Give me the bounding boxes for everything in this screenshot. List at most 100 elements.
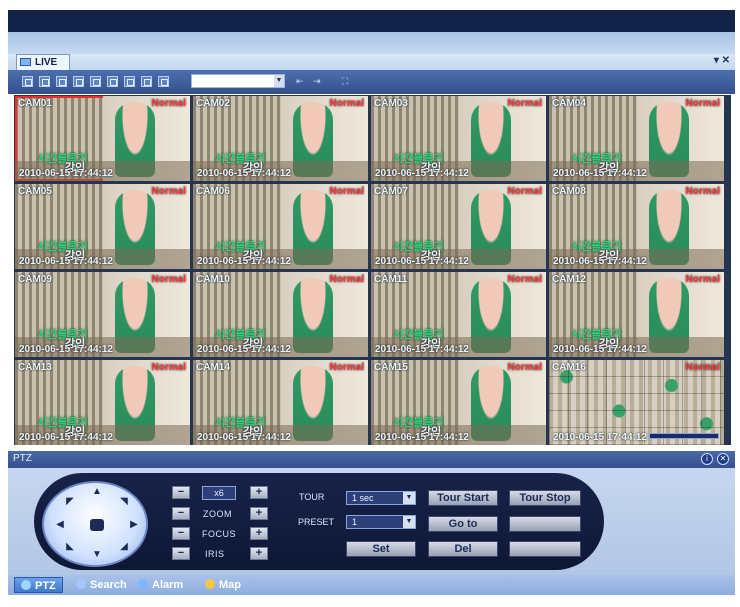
camera-label: CAM05 <box>18 186 52 197</box>
arrow-left-icon[interactable]: ◀ <box>54 519 66 531</box>
camera-label: CAM15 <box>374 362 408 373</box>
bottom-tab-alarm[interactable]: Alarm <box>138 577 183 593</box>
camera-timestamp: 2010-06-15 17:44:12 <box>19 256 113 267</box>
camera-tile[interactable]: CAM09 Normal 시간블록기 강인 2010-06-15 17:44:12 <box>15 272 190 357</box>
layout-10-button[interactable] <box>124 76 135 87</box>
zoom-out-button[interactable]: − <box>172 507 190 520</box>
info-icon[interactable]: i <box>701 453 713 465</box>
camera-label: CAM16 <box>552 362 586 373</box>
camera-label: CAM04 <box>552 98 586 109</box>
ptz-center-button[interactable] <box>90 519 104 531</box>
arrow-up-icon[interactable]: ▲ <box>91 486 103 498</box>
camera-grid: CAM01 Normal 시간블록기 강인 2010-06-15 17:44:12 CAM… <box>14 95 731 445</box>
goto-preset-button[interactable]: Go to <box>428 516 498 532</box>
camera-status: Normal <box>685 186 720 197</box>
camera-timestamp: 2010-06-15 17:44:12 <box>553 432 647 443</box>
group-select[interactable]: ▼ <box>191 74 285 88</box>
chevron-down-icon: ▼ <box>403 492 415 504</box>
camera-timestamp: 2010-06-15 17:44:12 <box>197 432 291 443</box>
camera-label: CAM02 <box>196 98 230 109</box>
bottom-tab-search[interactable]: Search <box>76 577 127 593</box>
overlay-bar <box>649 433 719 439</box>
layout-13-button[interactable] <box>141 76 152 87</box>
speed-increase-button[interactable]: + <box>250 486 268 499</box>
arrow-down-left-icon[interactable]: ◣ <box>64 541 76 553</box>
camera-status: Normal <box>507 274 542 285</box>
speed-decrease-button[interactable]: − <box>172 486 190 499</box>
chevron-down-icon: ▼ <box>403 516 415 528</box>
camera-status: Normal <box>329 186 364 197</box>
tour-interval-select[interactable]: 1 sec ▼ <box>346 491 416 505</box>
arrow-up-right-icon[interactable]: ◥ <box>118 496 130 508</box>
camera-tile[interactable]: CAM10 Normal 시간블록기 강인 2010-06-15 17:44:12 <box>193 272 368 357</box>
window-controls[interactable]: ▾ ✕ <box>714 55 730 66</box>
camera-timestamp: 2010-06-15 17:44:12 <box>375 344 469 355</box>
blank-button-2[interactable] <box>509 541 581 557</box>
blank-button-1[interactable] <box>509 516 581 532</box>
camera-tile[interactable]: CAM07 Normal 시간블록기 강인 2010-06-15 17:44:12 <box>371 184 546 269</box>
zoom-in-button[interactable]: + <box>250 507 268 520</box>
preset-select[interactable]: 1 ▼ <box>346 515 416 529</box>
focus-far-button[interactable]: + <box>250 527 268 540</box>
camera-tile[interactable]: CAM03 Normal 시간블록기 강인 2010-06-15 17:44:12 <box>371 96 546 181</box>
speed-value: x6 <box>202 486 236 500</box>
fullscreen-icon[interactable]: ⛶ <box>342 76 348 87</box>
tour-start-button[interactable]: Tour Start <box>428 490 498 506</box>
camera-label: CAM07 <box>374 186 408 197</box>
zoom-label: ZOOM <box>203 509 232 519</box>
camera-tile[interactable]: CAM12 Normal 시간블록기 강인 2010-06-15 17:44:12 <box>549 272 724 357</box>
preset-value: 1 <box>352 517 358 527</box>
bottom-tab-ptz[interactable]: PTZ <box>14 577 63 593</box>
camera-tile[interactable]: CAM14 Normal 시간블록기 강인 2010-06-15 17:44:12 <box>193 360 368 445</box>
camera-tile[interactable]: CAM15 Normal 시간블록기 강인 2010-06-15 17:44:12 <box>371 360 546 445</box>
next-page-icon[interactable]: ⇥ <box>313 76 321 87</box>
ptz-icon <box>21 580 31 590</box>
layout-8-button[interactable] <box>107 76 118 87</box>
tab-live[interactable]: LIVE <box>16 54 70 70</box>
layout-4x4-button[interactable] <box>73 76 84 87</box>
layout-1x1-button[interactable] <box>22 76 33 87</box>
camera-label: CAM12 <box>552 274 586 285</box>
iris-close-button[interactable]: − <box>172 547 190 560</box>
bottom-tab-label: Map <box>219 579 241 591</box>
camera-status: Normal <box>329 98 364 109</box>
layout-2x2-button[interactable] <box>39 76 50 87</box>
camera-timestamp: 2010-06-15 17:44:12 <box>197 168 291 179</box>
layout-16-button[interactable] <box>158 76 169 87</box>
camera-tile[interactable]: CAM01 Normal 시간블록기 강인 2010-06-15 17:44:12 <box>15 96 190 181</box>
camera-label: CAM13 <box>18 362 52 373</box>
window-header-band <box>8 32 735 54</box>
arrow-right-icon[interactable]: ▶ <box>128 519 140 531</box>
bottom-tab-map[interactable]: Map <box>205 577 241 593</box>
camera-tile[interactable]: CAM06 Normal 시간블록기 강인 2010-06-15 17:44:12 <box>193 184 368 269</box>
arrow-up-left-icon[interactable]: ◤ <box>64 496 76 508</box>
arrow-down-right-icon[interactable]: ◢ <box>118 541 130 553</box>
layout-3x3-button[interactable] <box>56 76 67 87</box>
camera-timestamp: 2010-06-15 17:44:12 <box>553 344 647 355</box>
prev-page-icon[interactable]: ⇤ <box>296 76 304 87</box>
focus-near-button[interactable]: − <box>172 527 190 540</box>
alarm-icon <box>138 579 148 589</box>
tour-stop-button[interactable]: Tour Stop <box>509 490 581 506</box>
ptz-panel-header: PTZ i ✕ <box>8 451 735 468</box>
ptz-direction-pad[interactable]: ▲ ▼ ◀ ▶ ◤ ◥ ◣ ◢ <box>42 481 148 567</box>
camera-timestamp: 2010-06-15 17:44:12 <box>375 168 469 179</box>
arrow-down-icon[interactable]: ▼ <box>91 549 103 561</box>
iris-open-button[interactable]: + <box>250 547 268 560</box>
tab-bar <box>8 54 735 70</box>
delete-preset-button[interactable]: Del <box>428 541 498 557</box>
camera-tile[interactable]: CAM16 Normal 2010-06-15 17:44:12 <box>549 360 724 445</box>
layout-6-button[interactable] <box>90 76 101 87</box>
camera-tile[interactable]: CAM13 Normal 시간블록기 강인 2010-06-15 17:44:12 <box>15 360 190 445</box>
camera-tile[interactable]: CAM04 Normal 시간블록기 강인 2010-06-15 17:44:12 <box>549 96 724 181</box>
camera-label: CAM03 <box>374 98 408 109</box>
camera-tile[interactable]: CAM11 Normal 시간블록기 강인 2010-06-15 17:44:12 <box>371 272 546 357</box>
close-icon[interactable]: ✕ <box>717 453 729 465</box>
camera-tile[interactable]: CAM02 Normal 시간블록기 강인 2010-06-15 17:44:12 <box>193 96 368 181</box>
camera-tile[interactable]: CAM08 Normal 시간블록기 강인 2010-06-15 17:44:12 <box>549 184 724 269</box>
camera-status: Normal <box>151 186 186 197</box>
camera-tile[interactable]: CAM05 Normal 시간블록기 강인 2010-06-15 17:44:12 <box>15 184 190 269</box>
camera-label: CAM06 <box>196 186 230 197</box>
bottom-tab-label: PTZ <box>35 580 56 592</box>
set-preset-button[interactable]: Set <box>346 541 416 557</box>
